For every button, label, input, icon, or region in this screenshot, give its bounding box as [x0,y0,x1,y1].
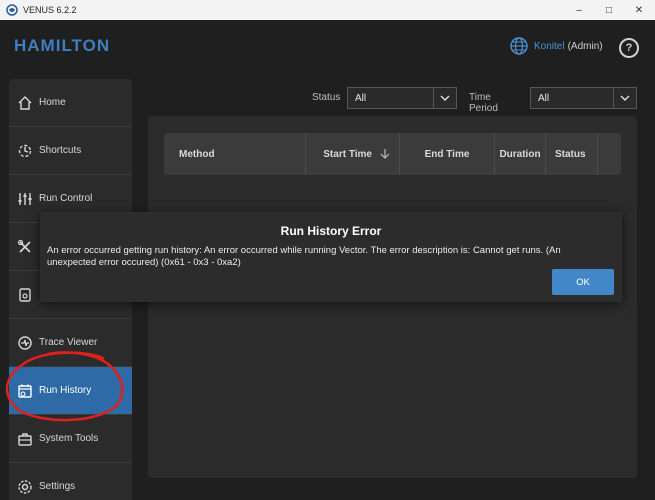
document-icon [19,287,31,302]
time-period-filter-label: Time Period [469,92,498,114]
toolbox-icon [18,432,32,446]
sidebar-item-label: Run Control [39,193,93,204]
calendar-clock-icon [18,384,32,398]
settings-icon [18,479,32,494]
ok-button[interactable]: OK [552,269,614,295]
chevron-down-icon [613,88,636,108]
column-header-method[interactable]: Method [164,133,306,175]
column-header-duration[interactable]: Duration [495,133,546,175]
column-header-status[interactable]: Status [546,133,598,175]
sidebar-item-home[interactable]: Home [9,79,132,127]
window-titlebar: VENUS 6.2.2 – □ ✕ [0,0,655,20]
tools-icon [17,239,31,253]
status-filter-select[interactable]: All [347,87,457,109]
user-role: (Admin) [567,40,603,52]
time-period-filter-value: All [538,92,550,104]
app-header: HAMILTON Konitel (Admin) ? [0,20,655,75]
shortcuts-icon [18,144,32,157]
trace-icon [18,335,32,350]
globe-icon [510,37,528,55]
home-icon [18,95,32,110]
sort-down-arrow-icon [380,149,390,159]
app-window: HAMILTON Konitel (Admin) ? Home Shortcut… [0,20,655,500]
window-title: VENUS 6.2.2 [23,5,77,15]
sidebar-item-label: Trace Viewer [39,337,98,348]
sliders-icon [18,192,32,205]
user-account[interactable]: Konitel (Admin) [510,37,603,55]
column-header-end-time[interactable]: End Time [400,133,495,175]
table-header: Method Start Time End Time Duration Stat… [164,133,621,175]
column-header-start-time[interactable]: Start Time [306,133,400,175]
maximize-icon[interactable]: □ [594,0,624,20]
time-period-filter-select[interactable]: All [530,87,637,109]
user-name: Konitel [534,40,565,52]
close-icon[interactable]: ✕ [624,0,654,20]
sidebar-item-label: System Tools [39,433,99,444]
sidebar-item-system-tools[interactable]: System Tools [9,415,132,463]
error-dialog: Run History Error An error occurred gett… [40,212,622,302]
hamilton-logo: HAMILTON [14,36,111,55]
minimize-icon[interactable]: – [564,0,594,20]
sidebar-item-settings[interactable]: Settings [9,463,132,500]
chevron-down-icon [433,88,456,108]
sidebar-item-shortcuts[interactable]: Shortcuts [9,127,132,175]
sidebar-item-label: Home [39,97,66,108]
dialog-title: Run History Error [280,224,382,238]
sidebar-item-trace-viewer[interactable]: Trace Viewer [9,319,132,367]
sidebar-item-run-history[interactable]: Run History [9,367,132,415]
sidebar-item-label: Settings [39,481,76,492]
status-filter-label: Status [312,92,341,103]
sidebar-item-label: Run History [39,385,92,396]
help-icon[interactable]: ? [619,38,639,58]
sidebar-item-label: Shortcuts [39,145,82,156]
dialog-message: An error occurred getting run history: A… [47,245,561,268]
venus-app-icon [6,4,18,16]
status-filter-value: All [355,92,367,104]
